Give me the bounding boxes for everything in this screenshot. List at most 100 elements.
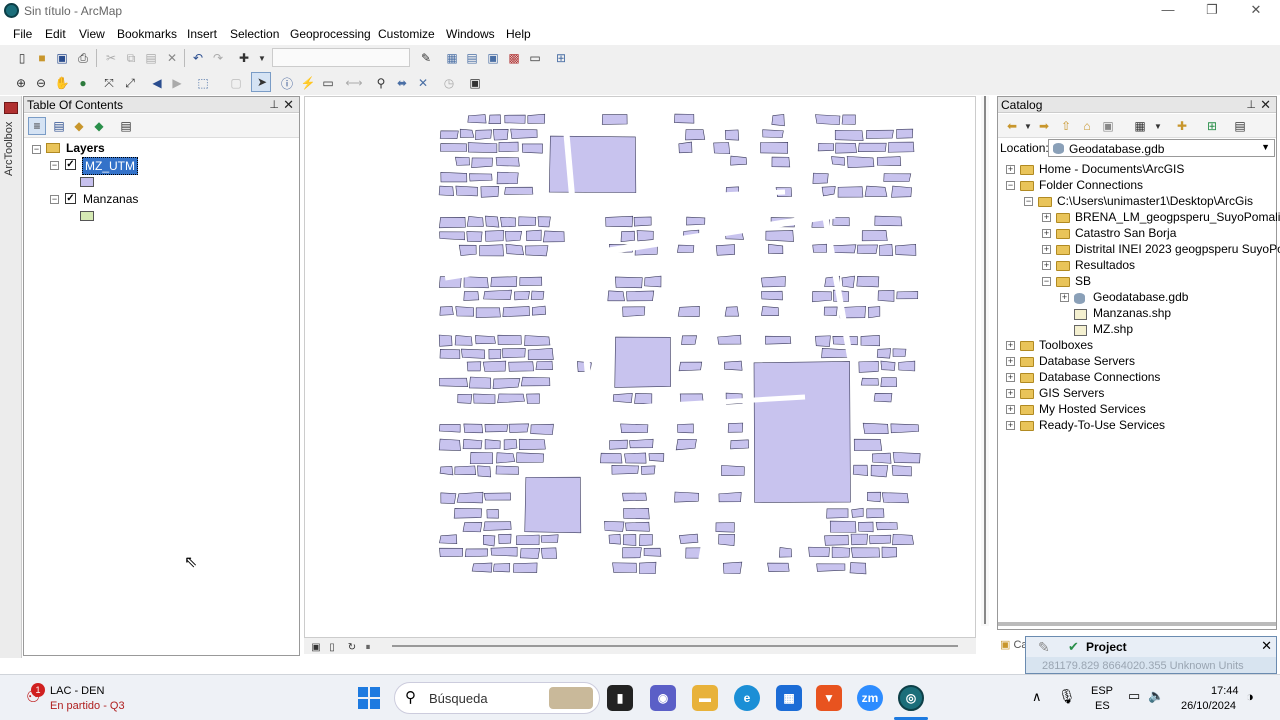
catalog-tree-item[interactable]: Database Connections	[1039, 370, 1160, 384]
open-folder-icon[interactable]: ■	[34, 50, 50, 66]
menu-geoprocessing[interactable]: Geoprocessing	[290, 27, 371, 41]
hyperlink-icon[interactable]: ⚡	[300, 75, 316, 91]
table-icon[interactable]: ▦	[444, 50, 460, 66]
layer-visibility-checkbox[interactable]: ✓	[65, 159, 76, 170]
catalog-tree-item[interactable]: Folder Connections	[1039, 178, 1143, 192]
add-data-icon[interactable]: ✚	[236, 50, 252, 66]
tree-expander[interactable]: +	[1042, 213, 1051, 222]
scale-combobox[interactable]	[272, 48, 410, 67]
tree-expander[interactable]: +	[1060, 293, 1069, 302]
chevron-down-icon[interactable]: ▼	[254, 50, 270, 66]
pin-icon[interactable]: ⊥	[269, 98, 279, 111]
keyboard-layout[interactable]: ES	[1095, 700, 1110, 712]
back-arrow-icon[interactable]: ⬅	[1004, 118, 1020, 134]
tree-expander[interactable]: +	[1006, 165, 1015, 174]
location-combobox[interactable]: Geodatabase.gdb ▼	[1048, 139, 1275, 157]
find-icon[interactable]: ⚲	[373, 75, 389, 91]
restore-button[interactable]: ❐	[1190, 2, 1234, 20]
tree-expander[interactable]: +	[1006, 421, 1015, 430]
catalog-window-icon[interactable]: ▤	[464, 50, 480, 66]
layer-name-mz-utm[interactable]: MZ_UTM	[82, 157, 138, 175]
tree-expander[interactable]: +	[1006, 341, 1015, 350]
go-to-xy-icon[interactable]: ✕	[415, 75, 431, 91]
layer-symbol-swatch[interactable]	[80, 211, 94, 221]
clock-time[interactable]: 17:44	[1211, 685, 1239, 697]
catalog-tree-item[interactable]: Distrital INEI 2023 geogpsperu SuyoPom	[1075, 242, 1280, 256]
clock-date[interactable]: 26/10/2024	[1181, 700, 1236, 712]
catalog-tree-item[interactable]: C:\Users\unimaster1\Desktop\ArcGis	[1057, 194, 1253, 208]
forward-arrow-icon[interactable]: ➡	[1036, 118, 1052, 134]
catalog-tree-item[interactable]: Home - Documents\ArcGIS	[1039, 162, 1184, 176]
tree-expander[interactable]: +	[1006, 373, 1015, 382]
toc-options-icon[interactable]: ▤	[118, 118, 134, 134]
arctoolbox-strip[interactable]: ArcToolbox	[0, 96, 22, 658]
tree-expander[interactable]: −	[1024, 197, 1033, 206]
find-route-icon[interactable]: ⬌	[394, 75, 410, 91]
select-elements-button[interactable]: ➤	[251, 72, 271, 92]
pause-drawing-icon[interactable]: ⏸	[360, 639, 376, 655]
copy-icon[interactable]: ⧉	[123, 50, 139, 66]
brave-browser-icon[interactable]: ▼	[816, 685, 842, 711]
new-document-icon[interactable]: ▯	[14, 50, 30, 66]
menu-file[interactable]: File	[13, 27, 32, 41]
undo-icon[interactable]: ↶	[190, 50, 206, 66]
catalog-options-icon[interactable]: ▤	[1232, 118, 1248, 134]
start-windows-icon[interactable]	[358, 687, 380, 709]
layout-view-icon[interactable]: ▯	[324, 639, 340, 655]
menu-bookmarks[interactable]: Bookmarks	[117, 27, 177, 41]
catalog-tree-item[interactable]: Catastro San Borja	[1075, 226, 1176, 240]
menu-insert[interactable]: Insert	[187, 27, 217, 41]
notifications-icon[interactable]: ◑	[1246, 689, 1254, 704]
catalog-tree-item[interactable]: Geodatabase.gdb	[1093, 290, 1188, 304]
toggle-contents-icon[interactable]: ⊞	[1204, 118, 1220, 134]
taskbar-search-input[interactable]: ⚲ Búsqueda	[394, 682, 600, 714]
catalog-tree-item[interactable]: My Hosted Services	[1039, 402, 1146, 416]
measure-icon[interactable]: ⟷	[345, 75, 362, 91]
identify-icon[interactable]: ⓘ	[279, 75, 295, 91]
volume-icon[interactable]: 🔈	[1148, 688, 1164, 704]
network-icon[interactable]: ▭	[1128, 688, 1140, 704]
layers-root[interactable]: Layers	[66, 141, 105, 155]
tree-expander[interactable]: +	[1006, 405, 1015, 414]
arctoolbox-icon[interactable]: ▩	[506, 50, 522, 66]
edge-browser-icon[interactable]: e	[734, 685, 760, 711]
menu-view[interactable]: View	[79, 27, 105, 41]
menu-customize[interactable]: Customize	[378, 27, 435, 41]
task-view-icon[interactable]: ▮	[607, 685, 633, 711]
chat-app-icon[interactable]: ◉	[650, 685, 676, 711]
catalog-close-icon[interactable]: ✕	[1260, 97, 1271, 113]
view-options-icon[interactable]: ▦	[1132, 118, 1148, 134]
arctoolbox-tab-label[interactable]: ArcToolbox	[3, 122, 15, 176]
create-viewer-icon[interactable]: ▣	[467, 75, 483, 91]
list-by-drawing-order-icon[interactable]: ≡	[28, 117, 46, 135]
widget-title[interactable]: LAC - DEN	[50, 685, 104, 697]
file-explorer-icon[interactable]: ▬	[692, 685, 718, 711]
python-window-icon[interactable]: ▭	[527, 50, 543, 66]
fixed-zoom-out-icon[interactable]: ⤢	[122, 75, 138, 91]
cut-icon[interactable]: ✂	[103, 50, 119, 66]
catalog-tree-item[interactable]: Manzanas.shp	[1093, 306, 1171, 320]
widget-subtitle[interactable]: En partido - Q3	[50, 700, 125, 712]
catalog-tree-item[interactable]: Toolboxes	[1039, 338, 1093, 352]
catalog-tree-item[interactable]: BRENA_LM_geogpsperu_SuyoPomalia	[1075, 210, 1280, 224]
project-close-icon[interactable]: ✕	[1261, 638, 1272, 654]
model-builder-icon[interactable]: ⊞	[553, 50, 569, 66]
catalog-tree-item[interactable]: MZ.shp	[1093, 322, 1133, 336]
menu-edit[interactable]: Edit	[45, 27, 66, 41]
pan-icon[interactable]: ✋	[54, 75, 70, 91]
select-features-icon[interactable]: ⬚	[195, 75, 211, 91]
project-popup[interactable]: ✎ ✔ Project ✕ 281179.829 8664020.355 Unk…	[1025, 636, 1277, 674]
fixed-zoom-in-icon[interactable]: ⤧	[101, 75, 117, 91]
tray-chevron-up-icon[interactable]: ∧	[1032, 689, 1042, 705]
store-icon[interactable]: ▦	[776, 685, 802, 711]
disconnect-folder-icon[interactable]: ▣	[1100, 118, 1116, 134]
catalog-hscrollbar[interactable]	[998, 622, 1276, 626]
chevron-down-icon[interactable]: ▼	[1150, 118, 1166, 134]
arcmap-taskbar-icon[interactable]: ◎	[898, 685, 924, 711]
minimize-button[interactable]: —	[1146, 2, 1190, 20]
menu-windows[interactable]: Windows	[446, 27, 495, 41]
editor-icon[interactable]: ✎	[418, 50, 434, 66]
time-slider-icon[interactable]: ◷	[441, 75, 457, 91]
list-by-selection-icon[interactable]: ◆	[91, 118, 107, 134]
layer-name-manzanas[interactable]: Manzanas	[83, 192, 138, 206]
